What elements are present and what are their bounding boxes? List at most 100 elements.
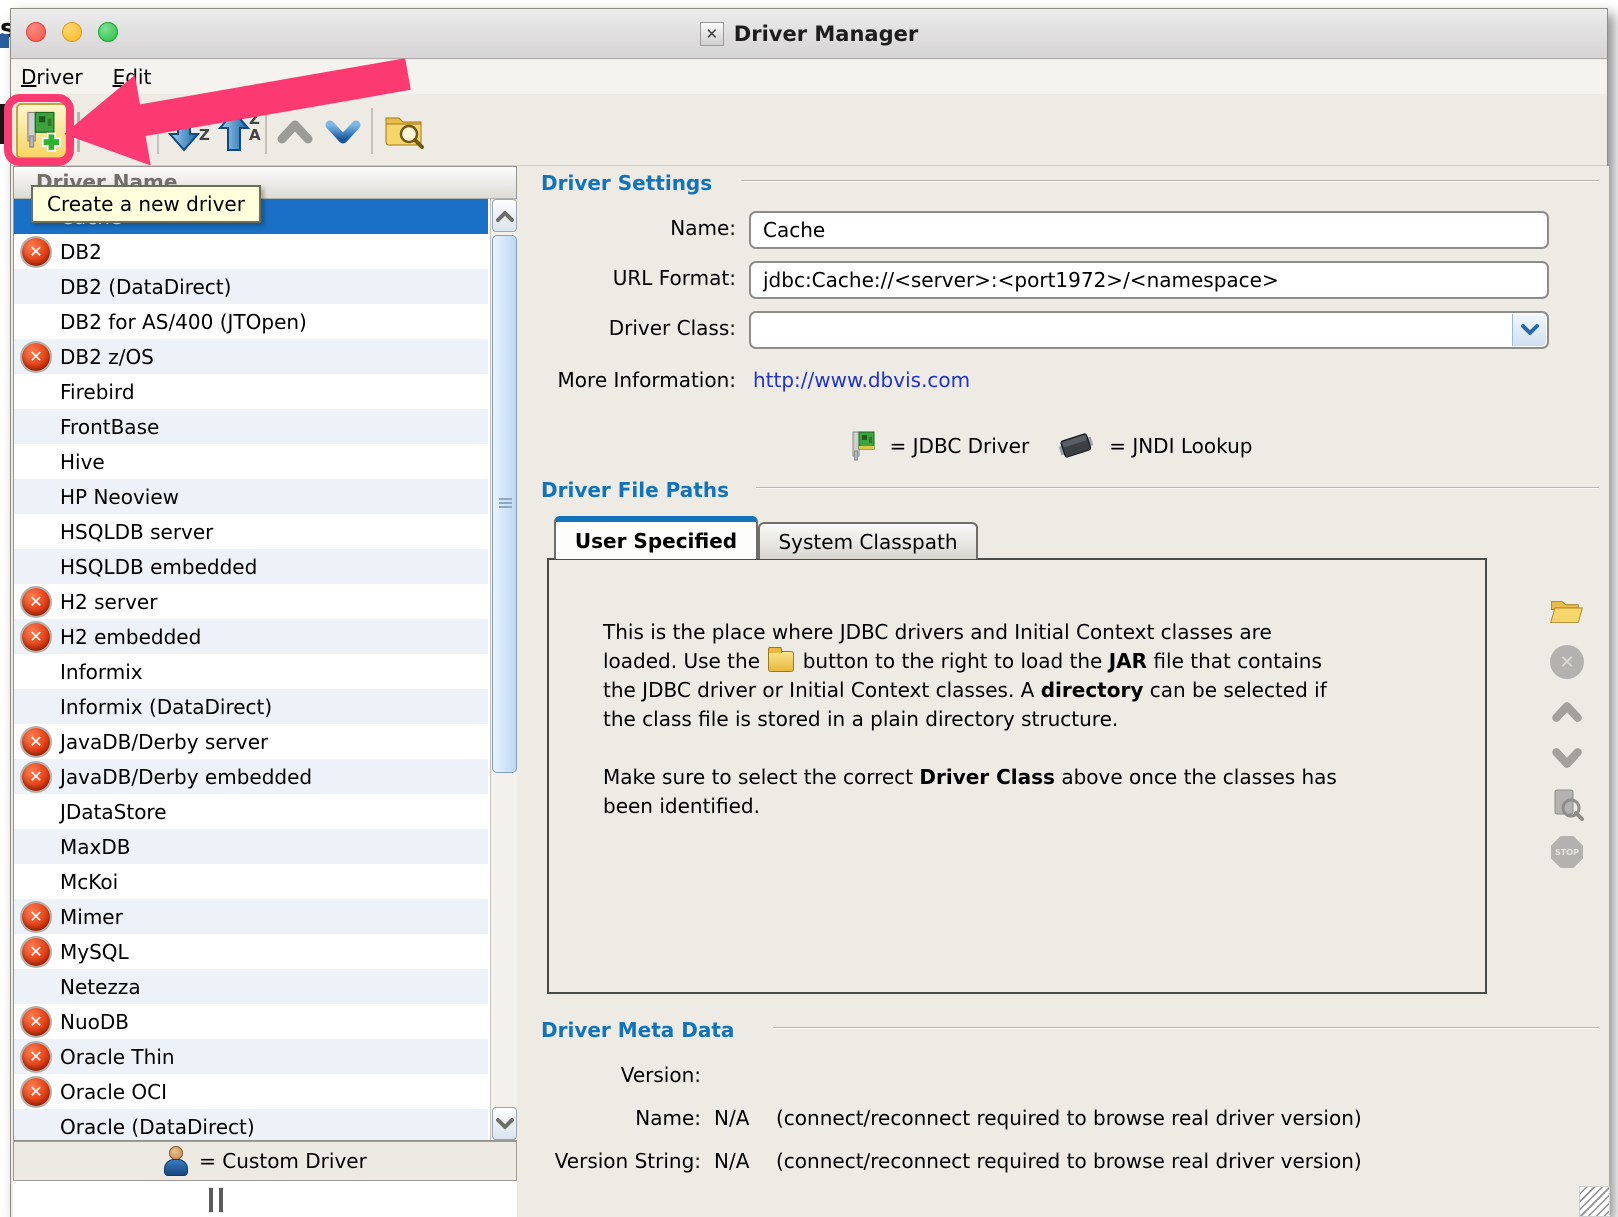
remove-circle-icon: ✕ <box>1550 645 1584 679</box>
scroll-up-button[interactable] <box>492 199 517 232</box>
find-in-folder-button[interactable] <box>381 108 429 154</box>
driver-list-item[interactable]: DB2 z/OS <box>14 339 488 374</box>
driver-list-item[interactable]: JavaDB/Derby embedded <box>14 759 488 794</box>
driver-list-item[interactable]: DB2 <box>14 234 488 269</box>
driver-name-label: Oracle OCI <box>60 1080 167 1104</box>
driver-list-item[interactable]: McKoi <box>14 864 488 899</box>
driver-settings-title: Driver Settings <box>541 171 712 195</box>
driver-list-item[interactable]: Informix (DataDirect) <box>14 689 488 724</box>
list-scrollbar[interactable] <box>490 199 517 1140</box>
section-divider <box>756 487 1599 489</box>
content-area: Driver Name CacheDB2DB2 (DataDirect)DB2 … <box>11 166 1609 1217</box>
driver-file-paths-box[interactable]: This is the place where JDBC drivers and… <box>547 558 1487 994</box>
driver-list-item[interactable]: DB2 for AS/400 (JTOpen) <box>14 304 488 339</box>
svg-text:Z: Z <box>199 126 210 144</box>
tab-system-classpath[interactable]: System Classpath <box>758 522 978 559</box>
driver-error-icon <box>22 938 50 966</box>
sort-descending-button[interactable]: A Z <box>167 106 213 156</box>
driver-list-item[interactable]: Oracle (DataDirect) <box>14 1109 488 1140</box>
menu-driver[interactable]: Driver <box>21 65 83 89</box>
driver-list-item[interactable]: H2 embedded <box>14 619 488 654</box>
driver-list-item[interactable]: MaxDB <box>14 829 488 864</box>
window-x-icon: ✕ <box>700 22 724 46</box>
jdbc-driver-icon <box>850 429 876 463</box>
driver-list-item[interactable]: JavaDB/Derby server <box>14 724 488 759</box>
url-format-input[interactable] <box>751 263 1547 297</box>
driver-list-item[interactable]: Firebird <box>14 374 488 409</box>
toolbar-separator <box>157 108 159 154</box>
move-down-button[interactable] <box>321 112 365 152</box>
title-bar[interactable]: ✕ Driver Manager <box>11 9 1607 59</box>
move-up-icon <box>274 115 316 149</box>
driver-error-icon <box>22 728 50 756</box>
remove-path-button[interactable]: ✕ <box>1547 642 1587 682</box>
driver-list: CacheDB2DB2 (DataDirect)DB2 for AS/400 (… <box>14 199 488 1140</box>
driver-class-dropdown-button[interactable] <box>1512 314 1546 346</box>
name-label: Name: <box>541 216 736 240</box>
scroll-down-button[interactable] <box>492 1107 517 1140</box>
driver-list-panel: Driver Name CacheDB2DB2 (DataDirect)DB2 … <box>13 166 517 1141</box>
custom-driver-legend: = Custom Driver <box>13 1141 517 1181</box>
driver-error-icon <box>22 238 50 266</box>
minimize-button[interactable] <box>62 22 82 42</box>
move-path-up-button[interactable] <box>1547 692 1587 732</box>
driver-error-icon <box>22 623 50 651</box>
driver-name-label: Netezza <box>60 975 141 999</box>
window-resize-grip[interactable] <box>1579 1186 1610 1217</box>
move-up-button[interactable] <box>273 112 317 152</box>
driver-list-item[interactable]: Netezza <box>14 969 488 1004</box>
scrollbar-thumb[interactable] <box>492 235 517 773</box>
background-app-fragment <box>0 34 9 48</box>
more-information-label: More Information: <box>541 368 736 392</box>
driver-list-item[interactable]: Hive <box>14 444 488 479</box>
close-button[interactable] <box>26 22 46 42</box>
driver-list-item[interactable]: H2 server <box>14 584 488 619</box>
driver-list-item[interactable]: NuoDB <box>14 1004 488 1039</box>
sort-ascending-button[interactable]: Z A <box>217 106 263 156</box>
stop-button[interactable]: STOP <box>1547 832 1587 872</box>
chevron-down-icon <box>496 1118 514 1130</box>
tab-user-specified[interactable]: User Specified <box>554 516 758 559</box>
driver-list-item[interactable]: DB2 (DataDirect) <box>14 269 488 304</box>
url-format-label: URL Format: <box>541 266 736 290</box>
version-string-label: Version String: <box>531 1149 701 1173</box>
driver-list-item[interactable]: JDataStore <box>14 794 488 829</box>
driver-list-item[interactable]: Informix <box>14 654 488 689</box>
jdbc-legend-label: = JDBC Driver <box>890 434 1030 458</box>
version-label: Version: <box>531 1063 701 1087</box>
meta-name-label: Name: <box>531 1106 701 1130</box>
driver-error-icon <box>22 343 50 371</box>
name-input[interactable] <box>751 213 1547 247</box>
move-path-down-button[interactable] <box>1547 738 1587 778</box>
driver-list-item[interactable]: HSQLDB server <box>14 514 488 549</box>
driver-name-label: Hive <box>60 450 105 474</box>
driver-name-label: NuoDB <box>60 1010 129 1034</box>
custom-driver-legend-label: = Custom Driver <box>199 1149 367 1173</box>
driver-name-label: HP Neoview <box>60 485 179 509</box>
splitter-handle[interactable] <box>209 1188 223 1212</box>
remove-driver-button[interactable]: ✕ <box>77 112 115 152</box>
driver-file-paths-title: Driver File Paths <box>541 478 729 502</box>
driver-list-item[interactable]: Oracle Thin <box>14 1039 488 1074</box>
driver-list-item[interactable]: HP Neoview <box>14 479 488 514</box>
driver-error-icon <box>22 1043 50 1071</box>
driver-class-input[interactable] <box>751 313 1547 347</box>
driver-list-item[interactable]: MySQL <box>14 934 488 969</box>
driver-list-item[interactable]: Oracle OCI <box>14 1074 488 1109</box>
driver-list-item[interactable]: HSQLDB embedded <box>14 549 488 584</box>
find-driver-class-button[interactable] <box>1547 784 1587 824</box>
driver-list-item[interactable]: Mimer <box>14 899 488 934</box>
open-folder-button[interactable] <box>1547 592 1587 632</box>
driver-name-label: Informix (DataDirect) <box>60 695 272 719</box>
dbvis-link[interactable]: http://www.dbvis.com <box>753 368 970 392</box>
driver-name-label: Oracle (DataDirect) <box>60 1115 255 1139</box>
zoom-button[interactable] <box>98 22 118 42</box>
file-paths-help-text: This is the place where JDBC drivers and… <box>549 560 1485 821</box>
driver-name-label: HSQLDB embedded <box>60 555 257 579</box>
menu-edit[interactable]: Edit <box>113 65 152 89</box>
annotation-highlight-box <box>4 94 74 166</box>
driver-name-label: Informix <box>60 660 143 684</box>
file-paths-buttons: ✕ <box>1547 558 1593 994</box>
tooltip-create-new-driver: Create a new driver <box>31 185 261 223</box>
driver-list-item[interactable]: FrontBase <box>14 409 488 444</box>
